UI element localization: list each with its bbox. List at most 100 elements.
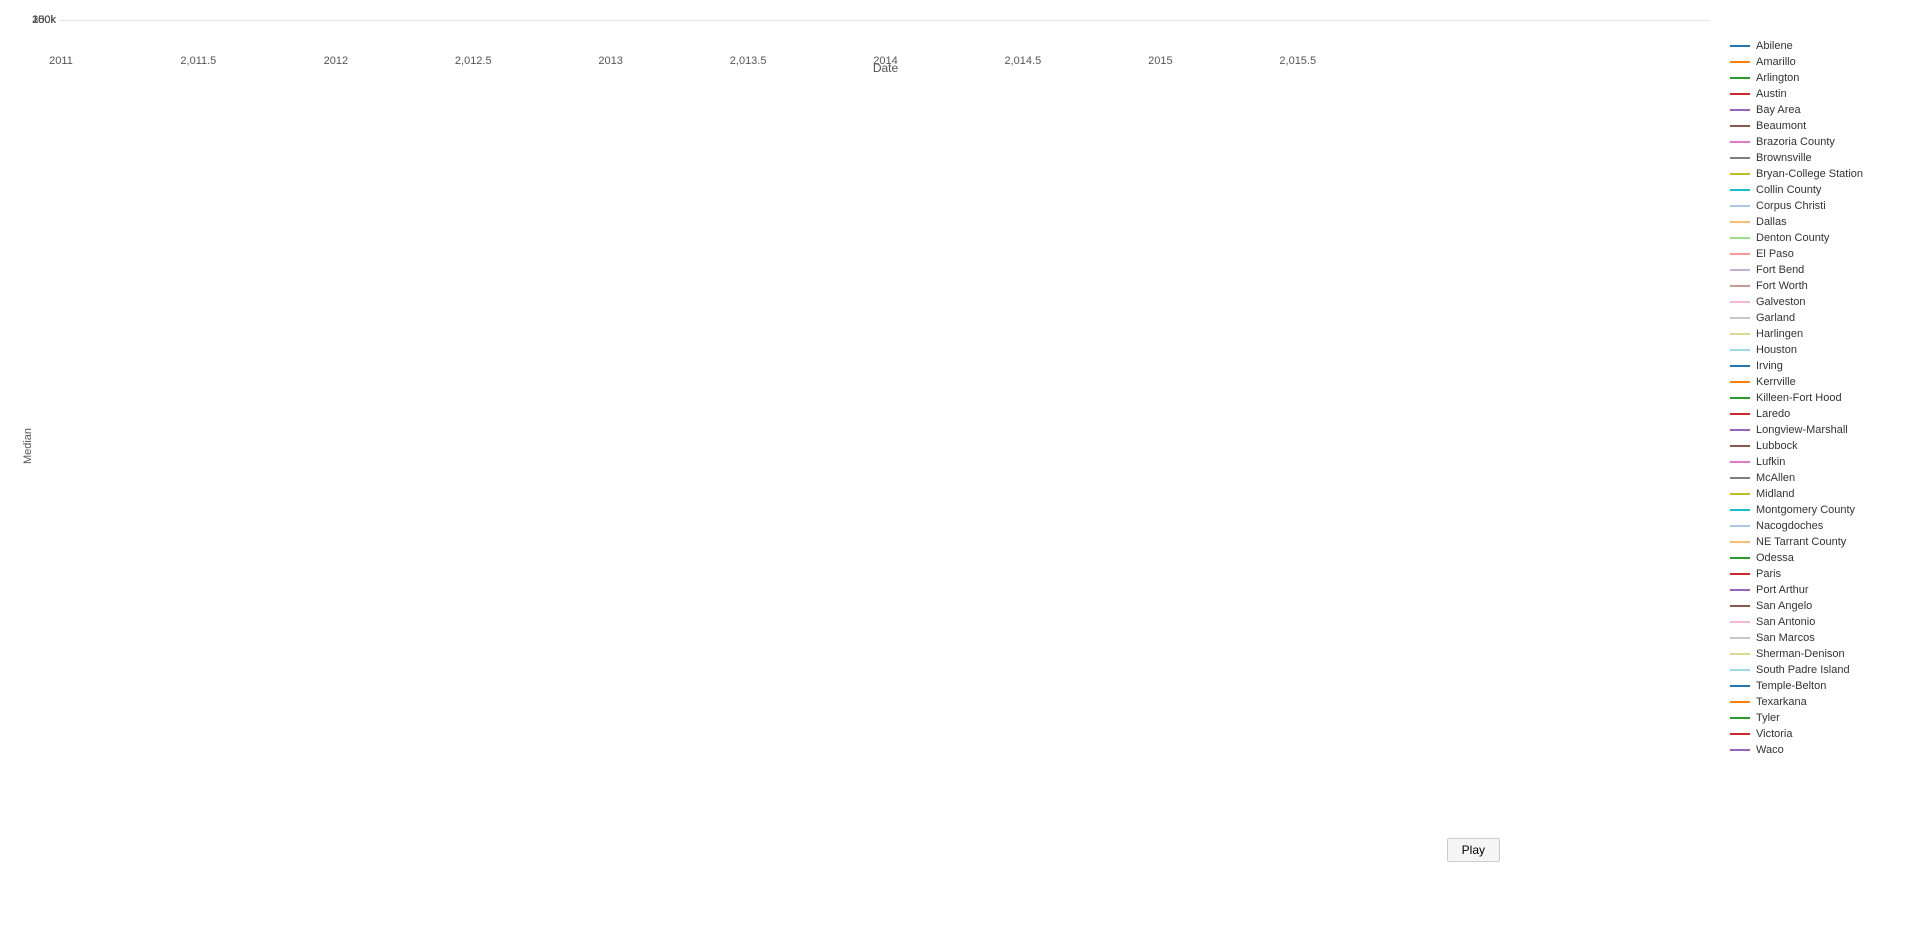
legend-item-label: Victoria	[1756, 728, 1792, 740]
legend-color-line	[1730, 141, 1750, 143]
legend-color-line	[1730, 605, 1750, 607]
legend-item[interactable]: McAllen	[1730, 472, 1900, 484]
legend-color-line	[1730, 701, 1750, 703]
legend-item[interactable]: Nacogdoches	[1730, 520, 1900, 532]
legend-item[interactable]: NE Tarrant County	[1730, 536, 1900, 548]
legend-item[interactable]: Lufkin	[1730, 456, 1900, 468]
legend-item-label: San Marcos	[1756, 632, 1815, 644]
legend-item-label: Waco	[1756, 744, 1784, 756]
legend-item[interactable]: Bay Area	[1730, 104, 1900, 116]
legend-color-line	[1730, 397, 1750, 399]
legend-color-line	[1730, 317, 1750, 319]
legend-item[interactable]: El Paso	[1730, 248, 1900, 260]
legend-item[interactable]: San Antonio	[1730, 616, 1900, 628]
legend-color-line	[1730, 429, 1750, 431]
legend-item[interactable]: Lubbock	[1730, 440, 1900, 452]
legend-item[interactable]: Austin	[1730, 88, 1900, 100]
legend-item-label: Harlingen	[1756, 328, 1803, 340]
legend-color-line	[1730, 525, 1750, 527]
legend-color-line	[1730, 749, 1750, 751]
legend-item-label: Corpus Christi	[1756, 200, 1826, 212]
legend-color-line	[1730, 461, 1750, 463]
legend-color-line	[1730, 45, 1750, 47]
legend-item-label: Texarkana	[1756, 696, 1807, 708]
legend-item[interactable]: Paris	[1730, 568, 1900, 580]
legend-item-label: Arlington	[1756, 72, 1799, 84]
legend-color-line	[1730, 413, 1750, 415]
legend-item[interactable]: Corpus Christi	[1730, 200, 1900, 212]
legend-item[interactable]: Collin County	[1730, 184, 1900, 196]
play-button[interactable]: Play	[1447, 838, 1500, 862]
legend-item[interactable]: Texarkana	[1730, 696, 1900, 708]
legend-item[interactable]: Brazoria County	[1730, 136, 1900, 148]
legend-item[interactable]: Victoria	[1730, 728, 1900, 740]
legend-item[interactable]: Brownsville	[1730, 152, 1900, 164]
legend-item[interactable]: Tyler	[1730, 712, 1900, 724]
legend-color-line	[1730, 349, 1750, 351]
legend-color-line	[1730, 205, 1750, 207]
legend-item[interactable]: Midland	[1730, 488, 1900, 500]
legend-item-label: Fort Bend	[1756, 264, 1804, 276]
legend-item-label: Brazoria County	[1756, 136, 1835, 148]
legend-color-line	[1730, 477, 1750, 479]
legend-item[interactable]: Garland	[1730, 312, 1900, 324]
y-axis-label: Median	[22, 428, 34, 464]
legend-item[interactable]: Bryan-College Station	[1730, 168, 1900, 180]
legend-item[interactable]: Denton County	[1730, 232, 1900, 244]
legend-color-line	[1730, 557, 1750, 559]
legend-item[interactable]: Harlingen	[1730, 328, 1900, 340]
legend-color-line	[1730, 173, 1750, 175]
legend-item[interactable]: Beaumont	[1730, 120, 1900, 132]
legend-item[interactable]: Galveston	[1730, 296, 1900, 308]
legend-item-label: El Paso	[1756, 248, 1794, 260]
legend-color-line	[1730, 285, 1750, 287]
legend-item[interactable]: Montgomery County	[1730, 504, 1900, 516]
legend-item-label: Abilene	[1756, 40, 1793, 52]
legend-item-label: Bay Area	[1756, 104, 1801, 116]
legend-color-line	[1730, 509, 1750, 511]
legend-item[interactable]: Arlington	[1730, 72, 1900, 84]
x-axis-label: Date	[873, 61, 898, 75]
legend-item[interactable]: Sherman-Denison	[1730, 648, 1900, 660]
legend-item-label: Kerrville	[1756, 376, 1796, 388]
legend-item[interactable]: San Angelo	[1730, 600, 1900, 612]
legend-item[interactable]: Odessa	[1730, 552, 1900, 564]
legend-color-line	[1730, 573, 1750, 575]
legend-item[interactable]: Port Arthur	[1730, 584, 1900, 596]
legend-item-label: Collin County	[1756, 184, 1821, 196]
x-tick-label: 2,014.5	[1005, 55, 1042, 67]
x-tick-label: 2013	[598, 55, 622, 67]
legend-item[interactable]: Killeen-Fort Hood	[1730, 392, 1900, 404]
legend-color-line	[1730, 301, 1750, 303]
legend-item-label: South Padre Island	[1756, 664, 1850, 676]
legend-item-label: Temple-Belton	[1756, 680, 1826, 692]
legend-item-label: Longview-Marshall	[1756, 424, 1848, 436]
legend-item[interactable]: Houston	[1730, 344, 1900, 356]
legend-color-line	[1730, 365, 1750, 367]
legend-color-line	[1730, 445, 1750, 447]
legend-color-line	[1730, 93, 1750, 95]
legend-color-line	[1730, 109, 1750, 111]
legend-item-label: Galveston	[1756, 296, 1806, 308]
legend-item[interactable]: Kerrville	[1730, 376, 1900, 388]
legend-item[interactable]: Temple-Belton	[1730, 680, 1900, 692]
legend-color-line	[1730, 637, 1750, 639]
legend-item-label: Houston	[1756, 344, 1797, 356]
legend-item[interactable]: Waco	[1730, 744, 1900, 756]
legend-item[interactable]: South Padre Island	[1730, 664, 1900, 676]
legend-color-line	[1730, 77, 1750, 79]
chart-container: Median 300k250k200k150k100k50k 20112,011…	[0, 0, 1910, 932]
legend-item[interactable]: Laredo	[1730, 408, 1900, 420]
legend-item[interactable]: San Marcos	[1730, 632, 1900, 644]
legend-item[interactable]: Dallas	[1730, 216, 1900, 228]
legend-item-label: McAllen	[1756, 472, 1795, 484]
legend-item[interactable]: Abilene	[1730, 40, 1900, 52]
legend-item[interactable]: Irving	[1730, 360, 1900, 372]
legend-item[interactable]: Amarillo	[1730, 56, 1900, 68]
legend-item[interactable]: Fort Worth	[1730, 280, 1900, 292]
legend-item[interactable]: Fort Bend	[1730, 264, 1900, 276]
legend-item-label: San Antonio	[1756, 616, 1815, 628]
legend-item[interactable]: Longview-Marshall	[1730, 424, 1900, 436]
y-tick-label: 50k	[16, 14, 56, 26]
legend-item-label: NE Tarrant County	[1756, 536, 1846, 548]
